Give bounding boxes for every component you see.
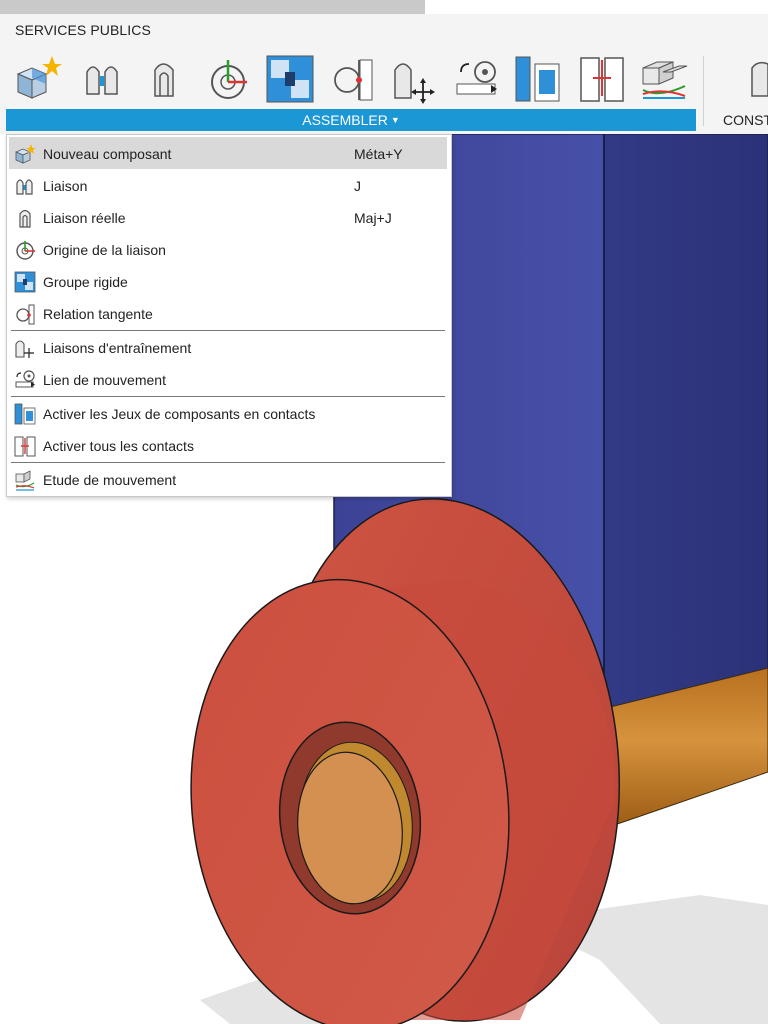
new-component-icon[interactable] bbox=[12, 54, 62, 104]
joint-origin-icon[interactable] bbox=[203, 54, 253, 104]
drive-joints-icon[interactable] bbox=[389, 54, 439, 104]
menu-item-shortcut: Méta+Y bbox=[354, 146, 403, 162]
construct-icon[interactable] bbox=[748, 56, 768, 102]
menu-item-label: Nouveau composant bbox=[43, 146, 172, 162]
menu-item-label: Activer tous les contacts bbox=[43, 438, 194, 454]
motion-study-icon bbox=[15, 470, 35, 491]
menu-item-label: Liaison réelle bbox=[43, 210, 126, 226]
joint-icon bbox=[16, 179, 33, 195]
menu-item-activer-tous-contacts[interactable]: Activer tous les contacts bbox=[9, 429, 447, 461]
menu-item-shortcut: Maj+J bbox=[354, 210, 392, 226]
menu-item-label: Lien de mouvement bbox=[43, 372, 166, 388]
menu-item-label: Liaison bbox=[43, 178, 88, 194]
menu-item-label: Activer les Jeux de composants en contac… bbox=[43, 406, 316, 422]
enable-all-contact-icon[interactable] bbox=[577, 54, 627, 104]
menu-item-activer-jeux-contacts[interactable]: Activer les Jeux de composants en contac… bbox=[9, 397, 447, 429]
menu-item-liaison[interactable]: Liaison J bbox=[9, 169, 447, 201]
assembler-label: ASSEMBLER bbox=[302, 112, 388, 128]
menu-item-shortcut: J bbox=[354, 178, 361, 194]
enable-contact-sets-icon[interactable] bbox=[513, 54, 563, 104]
rigid-group-icon[interactable] bbox=[265, 54, 315, 104]
menu-item-label: Relation tangente bbox=[43, 306, 153, 322]
menu-item-lien-mouvement[interactable]: Lien de mouvement bbox=[9, 363, 447, 395]
window-title-strip bbox=[0, 0, 425, 14]
menu-item-groupe-rigide[interactable]: Groupe rigide bbox=[9, 265, 447, 297]
menu-item-liaison-reelle[interactable]: Liaison réelle Maj+J bbox=[9, 201, 447, 233]
tab-services-publics[interactable]: SERVICES PUBLICS bbox=[15, 22, 151, 38]
menu-item-nouveau-composant[interactable]: Nouveau composant Méta+Y bbox=[9, 137, 447, 169]
assembler-menu: Nouveau composant Méta+Y Liaison J Liais… bbox=[6, 134, 452, 497]
ribbon-group-separator bbox=[703, 56, 704, 126]
motion-link-icon bbox=[15, 370, 35, 388]
menu-item-label: Liaisons d'entraînement bbox=[43, 340, 192, 356]
motion-link-icon[interactable] bbox=[451, 54, 501, 104]
construct-group-label[interactable]: CONST bbox=[723, 112, 768, 128]
menu-item-label: Groupe rigide bbox=[43, 274, 128, 290]
assembler-dropdown-button[interactable]: ASSEMBLER ▼ bbox=[6, 109, 696, 131]
tangent-relationship-icon bbox=[16, 304, 35, 325]
motion-study-icon[interactable] bbox=[639, 54, 689, 104]
rigid-group-icon bbox=[14, 271, 36, 293]
enable-all-contact-icon bbox=[14, 436, 36, 457]
joint-icon[interactable] bbox=[79, 54, 129, 104]
menu-item-origine-liaison[interactable]: Origine de la liaison bbox=[9, 233, 447, 265]
as-built-joint-icon bbox=[19, 209, 31, 228]
menu-item-label: Origine de la liaison bbox=[43, 242, 166, 258]
menu-item-etude-mouvement[interactable]: Etude de mouvement bbox=[9, 463, 447, 495]
as-built-joint-icon[interactable] bbox=[141, 54, 191, 104]
menu-item-label: Etude de mouvement bbox=[43, 472, 177, 488]
tangent-relationship-icon[interactable] bbox=[327, 54, 377, 104]
menu-item-relation-tangente[interactable]: Relation tangente bbox=[9, 297, 447, 329]
joint-origin-icon bbox=[16, 241, 35, 260]
chevron-down-icon: ▼ bbox=[390, 115, 400, 125]
drive-joints-icon bbox=[15, 340, 34, 358]
enable-contact-sets-icon bbox=[14, 403, 36, 425]
new-component-icon bbox=[14, 144, 36, 164]
menu-item-liaisons-entrainement[interactable]: Liaisons d'entraînement bbox=[9, 331, 447, 363]
window-title-strip-right bbox=[425, 0, 768, 14]
